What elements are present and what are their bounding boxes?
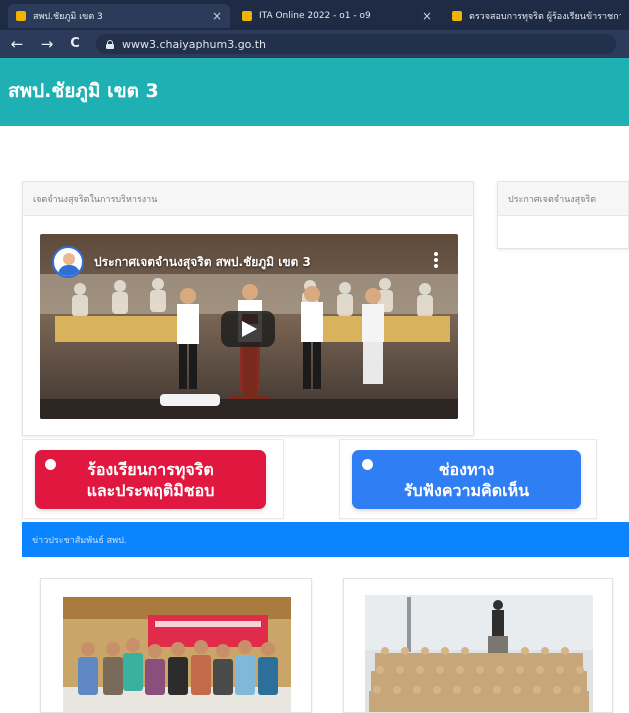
news-card[interactable] [343,578,613,713]
avatar-face [63,253,75,265]
play-icon[interactable] [221,311,275,347]
site-favicon-icon [452,11,462,21]
video-title-row: ประกาศเจตจำนงสุจริต สพป.ชัยภูมิ เขต 3 [52,246,311,278]
panel-heading: ประกาศเจตจำนงสุจริต [498,182,628,216]
news-section-bar: ข่าวประชาสัมพันธ์ สพป. [22,522,629,557]
button-label-line: และประพฤติมิชอบ [86,480,215,500]
forward-arrow-icon[interactable]: → [38,35,56,53]
tab-title: ITA Online 2022 - o1 - o9 [259,11,371,21]
site-favicon-icon [16,11,26,21]
section-label: ข่าวประชาสัมพันธ์ สพป. [32,535,127,546]
site-title[interactable]: สพป.ชัยภูมิ เขต 3 [8,76,159,106]
button-label-line: รับฟังความคิดเห็น [403,480,530,500]
reload-icon[interactable]: C [66,35,84,53]
browser-tab-3[interactable]: ตรวจสอบการทุจริต ผู้ร้องเรียนข้าราชการคร… [444,4,629,28]
video-title[interactable]: ประกาศเจตจำนงสุจริต สพป.ชัยภูมิ เขต 3 [94,253,311,272]
avatar-body [58,265,80,276]
news-image[interactable] [63,597,291,712]
channel-avatar[interactable] [52,246,84,278]
tab-title: ตรวจสอบการทุจริต ผู้ร้องเรียนข้าราชการคร… [469,12,621,22]
panel-heading: เจตจำนงสุจริตในการบริหารงาน [23,182,473,216]
news-card[interactable] [40,578,312,713]
integrity-panel: เจตจำนงสุจริตในการบริหารงาน ประกาศเจตจำน… [22,181,474,436]
tab-close-icon[interactable]: × [212,9,222,23]
browser-tab-2[interactable]: ITA Online 2022 - o1 - o9 × [234,4,440,28]
lock-icon [106,39,114,49]
more-options-icon[interactable] [434,252,438,268]
radio-dot-icon [362,459,373,470]
complaint-button[interactable]: ร้องเรียนการทุจริต และประพฤติมิชอบ [35,450,266,509]
button-label-line: ช่องทาง [438,459,495,479]
site-header: สพป.ชัยภูมิ เขต 3 [0,58,629,126]
announcement-panel: ประกาศเจตจำนงสุจริต [497,181,629,249]
video-player[interactable]: ประกาศเจตจำนงสุจริต สพป.ชัยภูมิ เขต 3 [40,234,458,419]
feedback-button[interactable]: ช่องทาง รับฟังความคิดเห็น [352,450,581,509]
radio-dot-icon [45,459,56,470]
browser-tab-1[interactable]: สพป.ชัยภูมิ เขต 3 × [8,4,230,28]
address-bar[interactable]: www3.chaiyaphum3.go.th [96,34,616,54]
back-arrow-icon[interactable]: ← [8,35,26,53]
button-label-line: ร้องเรียนการทุจริต [87,459,214,479]
tab-title: สพป.ชัยภูมิ เขต 3 [33,12,103,22]
browser-tab-bar: สพป.ชัยภูมิ เขต 3 × ITA Online 2022 - o1… [0,0,629,30]
tab-close-icon[interactable]: × [422,9,432,23]
news-image[interactable] [365,595,593,712]
site-favicon-icon [242,11,252,21]
url-text: www3.chaiyaphum3.go.th [122,37,266,51]
browser-toolbar: ← → C www3.chaiyaphum3.go.th [0,30,629,58]
